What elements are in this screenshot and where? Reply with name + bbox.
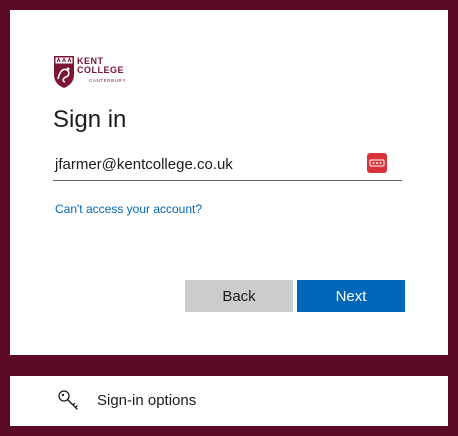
sign-in-card: KENT COLLEGE CANTERBURY Sign in jfarmer@…: [10, 10, 448, 355]
next-button[interactable]: Next: [297, 280, 405, 312]
email-value[interactable]: jfarmer@kentcollege.co.uk: [55, 156, 233, 173]
email-field[interactable]: jfarmer@kentcollege.co.uk: [53, 152, 402, 181]
cant-access-account-link[interactable]: Can't access your account?: [55, 202, 202, 216]
password-manager-icon[interactable]: [367, 153, 387, 173]
logo-text: KENT COLLEGE CANTERBURY: [77, 57, 126, 85]
logo-line3: CANTERBURY: [89, 78, 126, 83]
logo-line2: COLLEGE: [77, 65, 125, 75]
key-icon: [57, 388, 81, 412]
kent-college-logo: KENT COLLEGE CANTERBURY: [53, 55, 133, 91]
sign-in-options-label[interactable]: Sign-in options: [97, 392, 196, 409]
page-title: Sign in: [53, 106, 127, 133]
back-button[interactable]: Back: [185, 280, 293, 312]
crest-icon: [54, 56, 74, 88]
sign-in-options-bar[interactable]: Sign-in options: [10, 376, 448, 426]
